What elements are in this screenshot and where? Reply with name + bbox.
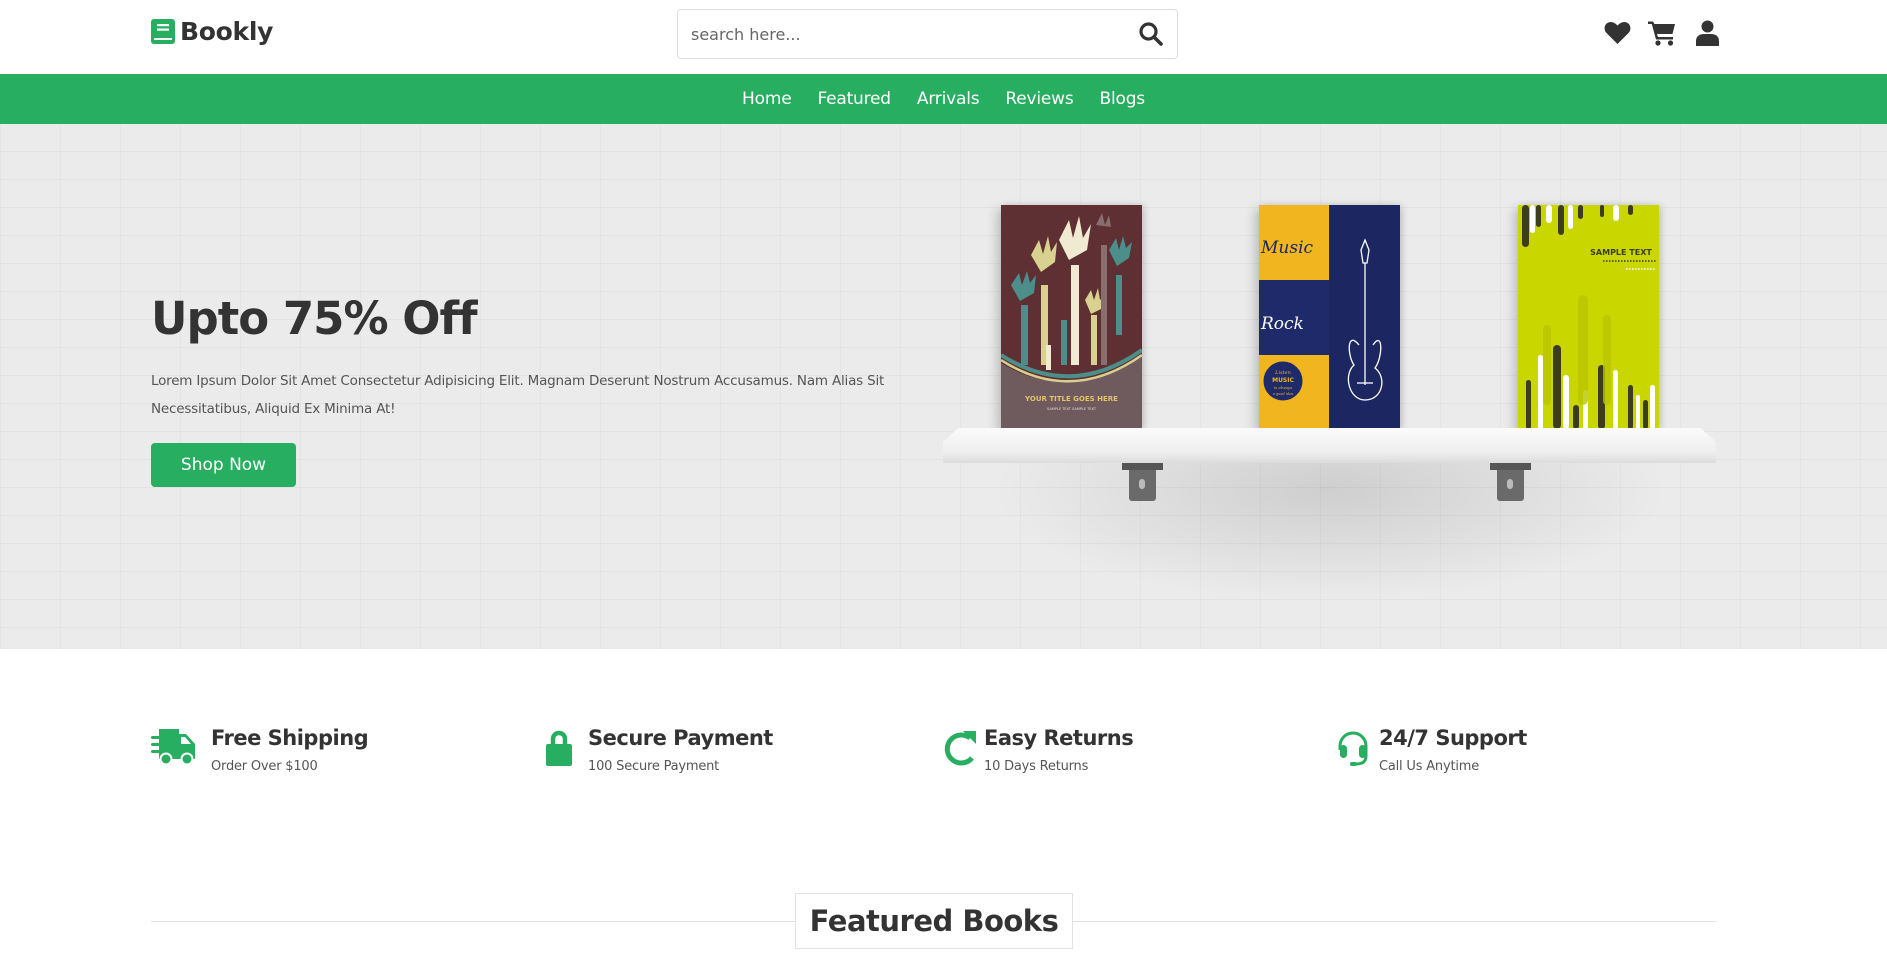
shelf-bracket bbox=[1122, 463, 1163, 501]
book-cover-word-listen: Listen bbox=[1274, 370, 1291, 376]
feature-title: Secure Payment bbox=[588, 726, 773, 750]
nav-item-arrivals[interactable]: Arrivals bbox=[904, 89, 993, 109]
nav-item-featured[interactable]: Featured bbox=[804, 89, 903, 109]
feature-easy-returns: Easy Returns 10 Days Returns bbox=[942, 725, 1134, 774]
search-form bbox=[677, 9, 1178, 59]
main-nav: Home Featured Arrivals Reviews Blogs bbox=[0, 74, 1887, 124]
search-button[interactable] bbox=[1125, 10, 1177, 58]
feature-title: Easy Returns bbox=[984, 726, 1134, 750]
account-button[interactable] bbox=[1692, 18, 1722, 48]
shelf-bracket bbox=[1490, 463, 1531, 501]
book-cover-word-always: is always bbox=[1274, 385, 1292, 390]
book-cover-word-rock: Rock bbox=[1260, 314, 1304, 334]
feature-subtitle: 100 Secure Payment bbox=[588, 759, 720, 774]
shipping-truck-icon bbox=[151, 729, 195, 766]
header: Bookly bbox=[0, 0, 1887, 74]
shopping-cart-icon bbox=[1648, 21, 1675, 46]
nav-item-blogs[interactable]: Blogs bbox=[1087, 89, 1158, 109]
heart-icon bbox=[1604, 21, 1630, 44]
features-section: Free Shipping Order Over $100 Secure Pay… bbox=[0, 649, 1887, 849]
feature-subtitle: Order Over $100 bbox=[211, 759, 318, 774]
shelf bbox=[943, 428, 1716, 463]
logo-link[interactable]: Bookly bbox=[151, 17, 273, 46]
book-cover-title: YOUR TITLE GOES HERE bbox=[1024, 395, 1118, 403]
feature-secure-payment: Secure Payment 100 Secure Payment bbox=[544, 725, 773, 774]
search-icon bbox=[1139, 22, 1163, 46]
book-icon bbox=[151, 19, 175, 44]
hero-banner: Upto 75% Off Lorem Ipsum Dolor Sit Amet … bbox=[0, 124, 1887, 649]
book-cover-hands[interactable]: YOUR TITLE GOES HERE SAMPLE TEXT SAMPLE … bbox=[1001, 205, 1142, 429]
book-cover-word-music-small: MUSIC bbox=[1272, 377, 1294, 384]
book-cover-title: SAMPLE TEXT bbox=[1590, 248, 1652, 257]
feature-title: 24/7 Support bbox=[1379, 726, 1527, 750]
search-input[interactable] bbox=[678, 10, 1125, 58]
logo-text: Bookly bbox=[180, 17, 274, 46]
book-cover-music[interactable]: Music Rock Listen MUSIC is always a good… bbox=[1259, 205, 1400, 429]
header-icons bbox=[1602, 18, 1722, 48]
feature-free-shipping: Free Shipping Order Over $100 bbox=[151, 725, 369, 774]
shelf-shadow bbox=[990, 462, 1670, 602]
featured-books-heading: Featured Books bbox=[795, 893, 1073, 949]
lock-icon bbox=[546, 730, 572, 766]
book-cover-word-music: Music bbox=[1260, 238, 1314, 258]
feature-title: Free Shipping bbox=[211, 726, 369, 750]
bookshelf-illustration: YOUR TITLE GOES HERE SAMPLE TEXT SAMPLE … bbox=[0, 124, 1887, 649]
feature-subtitle: Call Us Anytime bbox=[1379, 759, 1480, 774]
wishlist-button[interactable] bbox=[1602, 18, 1632, 48]
feature-support: 24/7 Support Call Us Anytime bbox=[1336, 725, 1527, 774]
user-icon bbox=[1695, 20, 1719, 46]
nav-item-reviews[interactable]: Reviews bbox=[992, 89, 1086, 109]
headset-icon bbox=[1338, 731, 1368, 766]
redo-arrow-icon bbox=[944, 731, 976, 766]
book-cover-subtitle: SAMPLE TEXT SAMPLE TEXT bbox=[1047, 407, 1097, 411]
book-cover-sample[interactable]: SAMPLE TEXT bbox=[1518, 205, 1659, 429]
book-cover-word-idea: a good idea bbox=[1273, 392, 1294, 396]
feature-subtitle: 10 Days Returns bbox=[984, 759, 1089, 774]
section-title: Featured Books bbox=[809, 904, 1059, 938]
cart-button[interactable] bbox=[1647, 18, 1677, 48]
nav-item-home[interactable]: Home bbox=[729, 89, 804, 109]
